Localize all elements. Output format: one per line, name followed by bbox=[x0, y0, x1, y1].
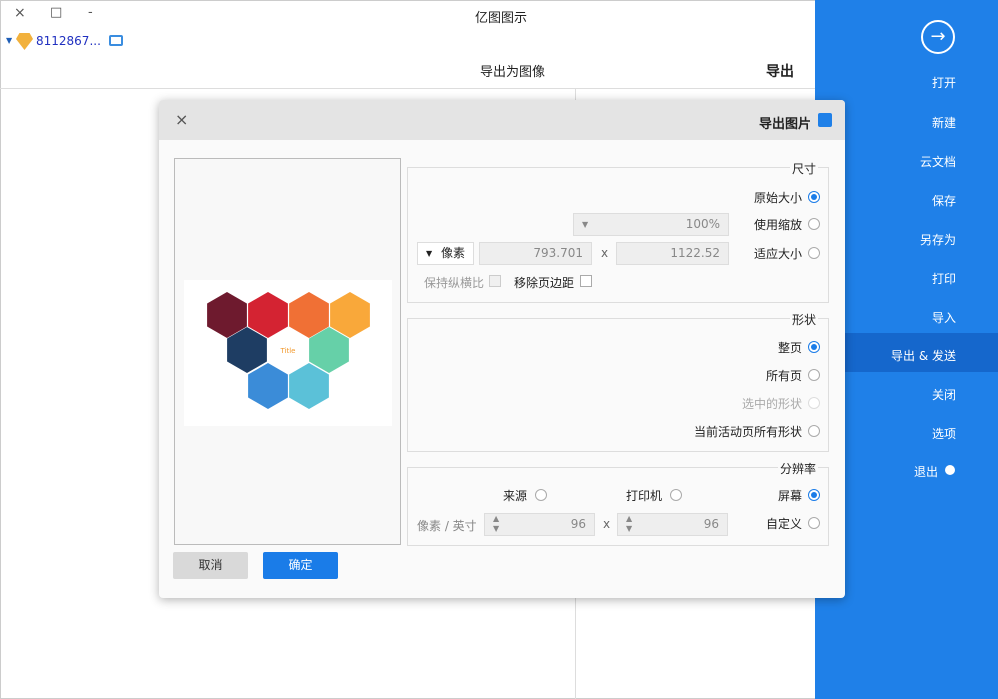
size-group-label: 尺寸 bbox=[789, 160, 818, 177]
divider bbox=[0, 88, 815, 89]
sidebar-item-options[interactable]: 选项 bbox=[932, 425, 956, 442]
times-label: x bbox=[601, 246, 609, 260]
radio-fit-size[interactable] bbox=[808, 247, 820, 259]
label-original-size: 原始大小 bbox=[753, 191, 802, 205]
label-whole-page: 整页 bbox=[777, 341, 802, 355]
dialog-header bbox=[159, 100, 845, 140]
ok-button[interactable]: 确定 bbox=[263, 552, 338, 579]
label-use-zoom: 使用缩放 bbox=[753, 218, 802, 232]
cancel-button[interactable]: 取消 bbox=[173, 552, 248, 579]
times-label: x bbox=[603, 517, 611, 531]
width-input[interactable]: 1122.52 bbox=[616, 242, 729, 265]
app-title: 亿图图示 bbox=[475, 11, 528, 26]
label-source: 来源 bbox=[503, 489, 528, 503]
svg-text:Title: Title bbox=[279, 347, 295, 355]
close-button[interactable]: × bbox=[14, 5, 26, 21]
dpi-unit-label: 像素 / 英寸 bbox=[417, 519, 477, 533]
radio-active-page-shapes[interactable] bbox=[808, 425, 820, 437]
keep-ratio-checkbox[interactable] bbox=[489, 275, 501, 287]
header-subtitle: 导出为图像 bbox=[480, 65, 546, 80]
message-icon[interactable] bbox=[109, 35, 123, 46]
height-input[interactable]: 793.701 bbox=[479, 242, 592, 265]
minimize-button[interactable]: - bbox=[88, 5, 93, 20]
sidebar-item-cloud[interactable]: 云文档 bbox=[920, 153, 956, 170]
resolution-group: 分辨率 屏幕 打印机 来源 自定义 ▲ ▼ 96 x ▲ ▼ 96 像素 / 英寸 bbox=[407, 460, 829, 546]
size-group: 尺寸 原始大小 使用缩放 ▼ 100% 适应大小 1122.52 x 793.70… bbox=[407, 160, 829, 303]
resolution-group-label: 分辨率 bbox=[777, 460, 818, 477]
remove-margin-checkbox[interactable] bbox=[580, 275, 592, 287]
sidebar-item-export[interactable]: 导出 & 发送 bbox=[891, 347, 956, 364]
label-screen: 屏幕 bbox=[777, 489, 802, 503]
preview-image: Title bbox=[184, 280, 392, 426]
label-printer: 打印机 bbox=[626, 489, 663, 503]
label-custom: 自定义 bbox=[765, 517, 802, 531]
sidebar-item-new[interactable]: 新建 bbox=[932, 114, 956, 131]
close-icon[interactable]: × bbox=[175, 110, 188, 129]
dpi-x-stepper[interactable]: ▲ ▼ 96 bbox=[617, 513, 728, 536]
maximize-button[interactable]: □ bbox=[50, 5, 62, 20]
unit-select[interactable]: ▼ 像素 bbox=[417, 242, 474, 265]
radio-use-zoom[interactable] bbox=[808, 218, 820, 230]
label-active-page-shapes: 当前活动页所有形状 bbox=[693, 425, 802, 439]
label-keep-ratio: 保持纵横比 bbox=[424, 276, 485, 290]
header-section: 导出 bbox=[766, 64, 794, 80]
zoom-select[interactable]: ▼ 100% bbox=[573, 213, 729, 236]
dpi-y-stepper[interactable]: ▲ ▼ 96 bbox=[484, 513, 595, 536]
label-remove-margin: 移除页边距 bbox=[514, 276, 575, 290]
radio-original-size[interactable] bbox=[808, 191, 820, 203]
sidebar-item-close[interactable]: 关闭 bbox=[932, 386, 956, 403]
user-name[interactable]: 8112867... bbox=[36, 34, 101, 48]
sidebar-item-import[interactable]: 导入 bbox=[932, 309, 956, 326]
label-fit-size: 适应大小 bbox=[753, 247, 802, 261]
radio-all-pages[interactable] bbox=[808, 369, 820, 381]
sidebar-item-exit[interactable]: 退出 bbox=[914, 463, 938, 480]
exit-icon bbox=[945, 465, 955, 475]
radio-custom[interactable] bbox=[808, 517, 820, 529]
label-all-pages: 所有页 bbox=[765, 369, 802, 383]
dialog-title: 导出图片 bbox=[759, 117, 812, 132]
radio-selected-shapes[interactable] bbox=[808, 397, 820, 409]
shape-group-label: 形状 bbox=[789, 311, 818, 328]
back-arrow-icon[interactable]: → bbox=[921, 20, 955, 54]
radio-source[interactable] bbox=[535, 489, 547, 501]
sidebar-item-save-as[interactable]: 另存为 bbox=[920, 231, 956, 248]
sidebar-item-print[interactable]: 打印 bbox=[932, 270, 956, 287]
sidebar-item-open[interactable]: 打开 bbox=[932, 74, 956, 91]
shape-group: 形状 整页 所有页 选中的形状 当前活动页所有形状 bbox=[407, 311, 829, 452]
radio-screen[interactable] bbox=[808, 489, 820, 501]
label-selected-shapes: 选中的形状 bbox=[741, 397, 802, 411]
radio-whole-page[interactable] bbox=[808, 341, 820, 353]
export-image-dialog: × 导出图片 Title 尺寸 原始大小 使用缩放 ▼ 100% 适应大小 112… bbox=[159, 100, 845, 598]
radio-printer[interactable] bbox=[670, 489, 682, 501]
sidebar-item-save[interactable]: 保存 bbox=[932, 192, 956, 209]
app-logo-icon bbox=[818, 113, 832, 127]
chevron-down-icon[interactable]: ▼ bbox=[6, 36, 12, 45]
preview-pane: Title bbox=[174, 158, 401, 545]
